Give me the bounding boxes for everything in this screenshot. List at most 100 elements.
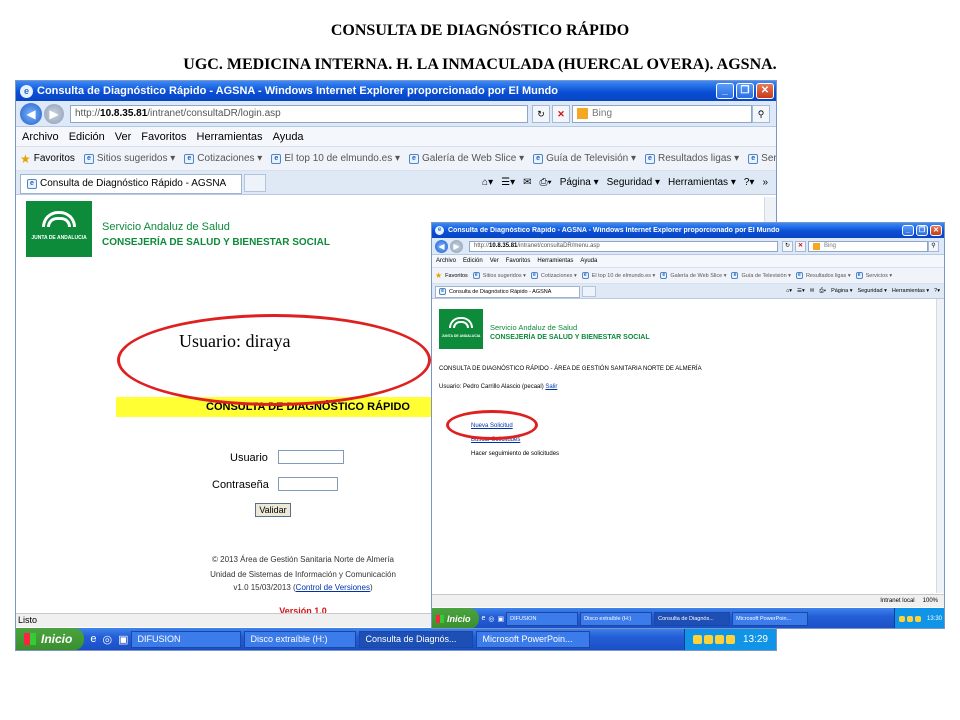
url-input[interactable]: http://10.8.35.81/intranet/consultaDR/me… <box>469 240 778 252</box>
taskbar-item[interactable]: Microsoft PowerPoin... <box>476 630 591 648</box>
tray-icon[interactable] <box>725 634 735 644</box>
minimize-button[interactable]: _ <box>902 225 914 236</box>
taskbar-item[interactable]: DIFUSION <box>131 630 242 648</box>
favorites-button[interactable]: Favoritos <box>34 153 75 164</box>
favorites-item[interactable]: eServicios ▾ <box>748 153 776 164</box>
menu-ver[interactable]: Ver <box>490 258 499 264</box>
quicklaunch-media-icon[interactable]: ▣ <box>118 633 128 646</box>
quicklaunch-browser-icon[interactable]: ◎ <box>102 633 112 646</box>
validar-button[interactable]: Validar <box>255 503 291 517</box>
security-menu[interactable]: Seguridad ▾ <box>857 288 886 294</box>
search-icon[interactable]: ⚲ <box>928 240 939 252</box>
favorites-item[interactable]: e El top 10 de elmundo.es ▾ <box>581 272 655 279</box>
refresh-icon[interactable]: ↻ <box>532 104 550 123</box>
tray-icon[interactable] <box>914 615 921 622</box>
back-icon[interactable]: ◀ <box>20 102 42 125</box>
page-menu[interactable]: Página ▾ <box>560 177 599 188</box>
mail-icon[interactable]: ✉ <box>523 177 531 188</box>
taskbar-item[interactable]: Disco extraíble (H:) <box>244 630 357 648</box>
favorites-item[interactable]: e Cotizaciones ▾ <box>530 272 577 279</box>
favorites-item[interactable]: e Cotizaciones ▾ <box>184 153 262 164</box>
quicklaunch-browser-icon[interactable]: ◎ <box>488 615 494 623</box>
quicklaunch-ie-icon[interactable]: e <box>90 633 96 645</box>
tools-menu[interactable]: Herramientas ▾ <box>668 177 736 188</box>
menu-edicion[interactable]: Edición <box>69 131 105 143</box>
url-input[interactable]: http://10.8.35.81/intranet/consultaDR/lo… <box>70 104 528 123</box>
stop-icon[interactable]: ✕ <box>795 240 806 252</box>
forward-icon[interactable]: ▶ <box>450 239 463 253</box>
close-button[interactable]: ✕ <box>756 83 774 99</box>
maximize-button[interactable]: ❐ <box>736 83 754 99</box>
favorites-item[interactable]: e Galería de Web Slice ▾ <box>660 272 726 279</box>
favorites-item[interactable]: e Guía de Televisión ▾ <box>533 153 636 164</box>
print-icon[interactable]: ⎙▾ <box>539 177 551 188</box>
tray-icon[interactable] <box>703 634 713 644</box>
browser-tab[interactable]: e Consulta de Diagnóstico Rápido - AGSNA <box>435 285 580 298</box>
tray-icon[interactable] <box>906 615 913 622</box>
menu-ver[interactable]: Ver <box>115 131 132 143</box>
start-button[interactable]: Inicio <box>432 608 479 628</box>
maximize-button[interactable]: ❐ <box>916 225 928 236</box>
back-icon[interactable]: ◀ <box>435 239 448 253</box>
search-icon[interactable]: ⚲ <box>752 104 770 123</box>
page-menu[interactable]: Página ▾ <box>831 288 852 294</box>
menu-herramientas[interactable]: Herramientas <box>197 131 263 143</box>
minimize-button[interactable]: _ <box>716 83 734 99</box>
favorites-item[interactable]: e Galería de Web Slice ▾ <box>409 153 524 164</box>
menu-favoritos[interactable]: Favoritos <box>506 258 531 264</box>
menu-archivo[interactable]: Archivo <box>436 258 456 264</box>
taskbar-item[interactable]: Disco extraíble (H:) <box>580 611 653 626</box>
quicklaunch-ie-icon[interactable]: e <box>482 615 486 622</box>
search-input[interactable]: Bing <box>808 240 928 252</box>
tray-icon[interactable] <box>692 634 702 644</box>
favorites-item[interactable]: e El top 10 de elmundo.es ▾ <box>271 153 400 164</box>
tray-icon[interactable] <box>714 634 724 644</box>
favorites-item[interactable]: e Guía de Televisión ▾ <box>731 272 791 279</box>
favorites-item[interactable]: e Sitios sugeridos ▾ <box>472 272 526 279</box>
menu-edicion[interactable]: Edición <box>463 258 483 264</box>
menu-ayuda[interactable]: Ayuda <box>273 131 304 143</box>
menu-herramientas[interactable]: Herramientas <box>537 258 573 264</box>
help-icon[interactable]: ?▾ <box>934 288 940 294</box>
browser-tab[interactable]: e Consulta de Diagnóstico Rápido - AGSNA <box>20 173 242 194</box>
stop-icon[interactable]: ✕ <box>552 104 570 123</box>
logout-link[interactable]: Salir <box>545 384 557 390</box>
search-requests-link[interactable]: Buscar Solicitudes <box>471 437 520 443</box>
favorites-item[interactable]: e Resultados ligas ▾ <box>795 272 851 279</box>
zoom-level[interactable]: 100% <box>923 598 938 604</box>
favorites-item[interactable]: e Sitios sugeridos ▾ <box>83 153 175 164</box>
mail-icon[interactable]: ✉ <box>810 288 815 294</box>
menu-favoritos[interactable]: Favoritos <box>141 131 186 143</box>
taskbar-item[interactable]: DIFUSION <box>506 611 579 626</box>
menu-archivo[interactable]: Archivo <box>22 131 59 143</box>
tray-icon[interactable] <box>898 615 905 622</box>
print-icon[interactable]: ⎙▾ <box>819 288 826 295</box>
new-tab-button[interactable] <box>244 173 266 192</box>
feeds-icon[interactable]: ☰▾ <box>501 177 515 188</box>
version-control-link[interactable]: Control de Versiones <box>296 583 370 592</box>
favorites-item[interactable]: eServicios ▾ <box>855 272 892 279</box>
window-titlebar[interactable]: e Consulta de Diagnóstico Rápido - AGSNA… <box>16 81 776 101</box>
favorites-item[interactable]: e Resultados ligas ▾ <box>645 153 739 164</box>
refresh-icon[interactable]: ↻ <box>782 240 793 252</box>
password-input[interactable] <box>278 477 338 491</box>
vertical-scrollbar[interactable] <box>936 299 944 593</box>
window-titlebar[interactable]: e Consulta de Diagnóstico Rápido - AGSNA… <box>432 223 944 238</box>
new-request-link[interactable]: Nueva Solicitud <box>471 423 513 429</box>
tools-menu[interactable]: Herramientas ▾ <box>892 288 929 294</box>
close-button[interactable]: ✕ <box>930 225 942 236</box>
favorites-button[interactable]: Favoritos <box>445 273 468 279</box>
menu-ayuda[interactable]: Ayuda <box>580 258 597 264</box>
new-tab-button[interactable] <box>582 285 596 297</box>
taskbar-item[interactable]: Consulta de Diagnós... <box>654 611 731 626</box>
user-input[interactable] <box>278 450 344 464</box>
security-menu[interactable]: Seguridad ▾ <box>607 177 660 188</box>
taskbar-item[interactable]: Microsoft PowerPoin... <box>732 611 809 626</box>
taskbar-item[interactable]: Consulta de Diagnós... <box>359 630 474 648</box>
search-input[interactable]: Bing <box>572 104 752 123</box>
quicklaunch-media-icon[interactable]: ▣ <box>498 615 505 623</box>
start-button[interactable]: Inicio <box>16 628 85 650</box>
more-chevron-icon[interactable]: » <box>762 177 768 188</box>
feeds-icon[interactable]: ☰▾ <box>797 288 805 294</box>
home-icon[interactable]: ⌂▾ <box>786 288 792 294</box>
